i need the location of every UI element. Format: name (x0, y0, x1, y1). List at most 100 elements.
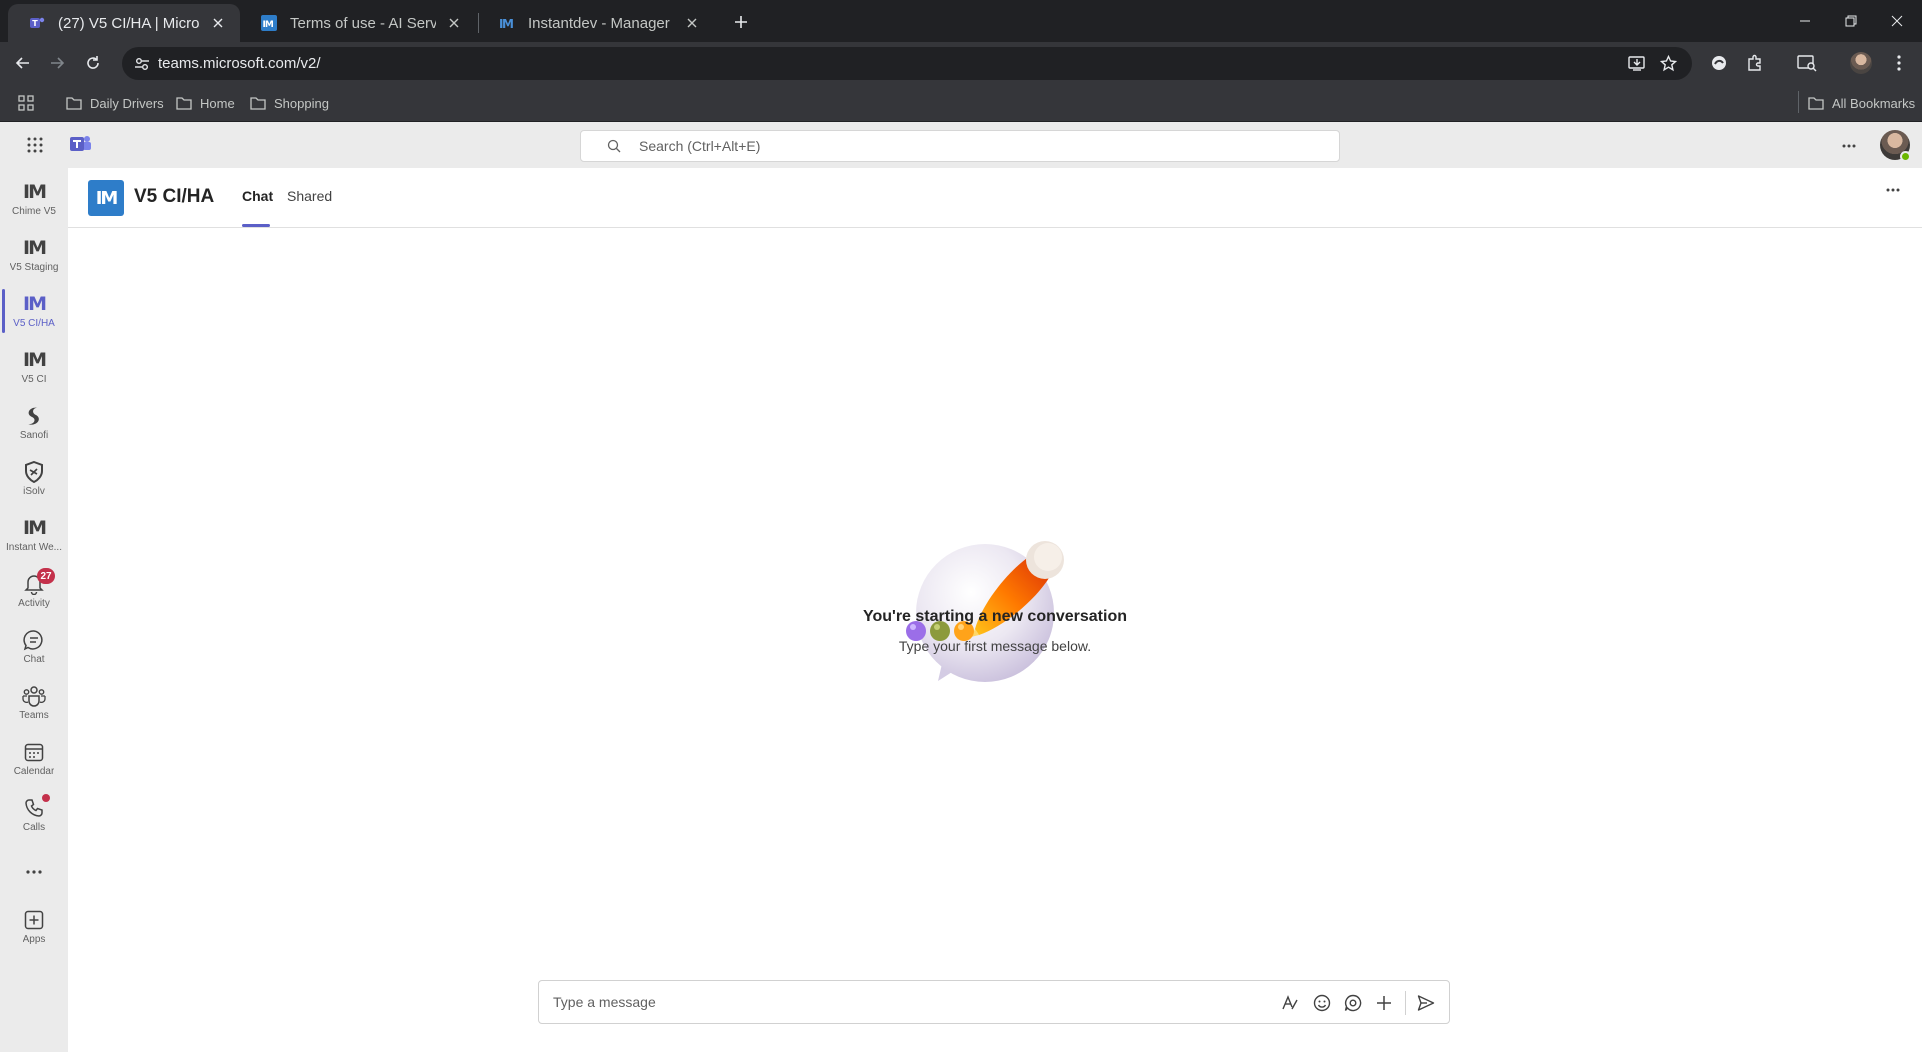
active-tab-indicator (242, 224, 270, 227)
rail-label: Calls (22, 822, 46, 833)
rail-item-calendar[interactable]: Calendar (0, 736, 68, 792)
bookmark-label: Shopping (274, 95, 329, 111)
profile-avatar[interactable] (1846, 48, 1876, 78)
page-title: V5 CI/HA (134, 186, 215, 207)
message-input-placeholder: Type a message (553, 994, 656, 1010)
im-logo-icon: IM (23, 517, 47, 539)
im-logo-icon: IM (23, 237, 47, 259)
close-icon[interactable] (444, 13, 464, 33)
close-icon[interactable] (208, 13, 228, 33)
im-logo-icon: IM (23, 181, 47, 203)
minimize-button[interactable] (1782, 0, 1828, 42)
send-icon[interactable] (1415, 992, 1437, 1014)
rail-more-button[interactable] (0, 856, 68, 886)
address-bar[interactable]: teams.microsoft.com/v2/ (122, 47, 1692, 80)
bookmark-folder-daily-drivers[interactable]: Daily Drivers (66, 93, 164, 113)
rail-label: Apps (22, 934, 46, 945)
close-icon[interactable] (682, 13, 702, 33)
empty-state-title: You're starting a new conversation (862, 608, 1127, 625)
add-attachment-icon[interactable] (1373, 992, 1395, 1014)
rail-label: Instant We... (6, 542, 62, 553)
extensions-puzzle-icon[interactable] (1740, 48, 1770, 78)
rail-item-apps[interactable]: Apps (0, 904, 68, 960)
presence-available-icon (1900, 151, 1911, 162)
rail-item-v5-staging[interactable]: IM V5 Staging (0, 232, 68, 288)
calendar-icon (24, 740, 44, 764)
new-conversation-illustration (903, 503, 1103, 693)
bookmark-star-icon[interactable] (1660, 55, 1677, 72)
svg-text:T: T (32, 19, 38, 28)
more-icon (26, 860, 42, 884)
back-button[interactable] (8, 48, 38, 78)
reload-button[interactable] (78, 48, 108, 78)
install-app-icon[interactable] (1628, 55, 1646, 72)
rail-label: Sanofi (19, 430, 49, 441)
site-settings-icon[interactable] (134, 56, 150, 72)
svg-text:IM: IM (263, 20, 274, 30)
search-icon (607, 139, 621, 153)
chat-icon (23, 628, 45, 652)
loop-component-icon[interactable] (1342, 992, 1364, 1014)
browser-toolbar: teams.microsoft.com/v2/ (0, 42, 1922, 84)
tab-shared[interactable]: Shared (287, 188, 332, 204)
search-placeholder: Search (Ctrl+Alt+E) (639, 138, 761, 154)
tab-title: (27) V5 CI/HA | Microsoft Teams (58, 14, 200, 32)
shield-icon (24, 460, 44, 484)
folder-icon (1808, 97, 1824, 110)
header-more-icon[interactable] (1886, 188, 1900, 192)
rail-label: V5 CI/HA (13, 318, 55, 329)
composer-divider (1405, 991, 1406, 1015)
rail-item-instant-we[interactable]: IM Instant We... (0, 512, 68, 568)
emoji-icon[interactable] (1311, 992, 1333, 1014)
im-favicon: IM (260, 14, 278, 32)
rail-label: Chat (23, 654, 45, 665)
app-launcher-icon[interactable] (26, 136, 44, 154)
bookmark-label: Daily Drivers (90, 95, 164, 111)
settings-more-icon[interactable] (1842, 144, 1856, 148)
bookmark-label: Home (200, 95, 235, 111)
rail-item-teams[interactable]: Teams (0, 680, 68, 736)
rail-label: V5 Staging (9, 262, 59, 273)
rail-item-v5-ci-ha[interactable]: IM V5 CI/HA (0, 288, 68, 344)
message-composer[interactable]: Type a message (538, 980, 1450, 1024)
browser-tab-strip: T (27) V5 CI/HA | Microsoft Teams IM Ter… (0, 0, 1922, 42)
browser-tab-instantdev[interactable]: IM Instantdev - Manager Dashboard (478, 4, 714, 42)
browser-tab-terms[interactable]: IM Terms of use - AI Service Desk (240, 4, 476, 42)
bookmarks-bar: Daily Drivers Home Shopping All Bookmark… (0, 84, 1922, 122)
format-icon[interactable] (1279, 992, 1301, 1014)
tab-title: Instantdev - Manager Dashboard (528, 14, 674, 32)
new-tab-button[interactable] (728, 9, 754, 35)
im-favicon: IM (498, 14, 516, 32)
tab-search-icon[interactable] (1792, 48, 1822, 78)
close-window-button[interactable] (1874, 0, 1920, 42)
rail-item-activity[interactable]: 27 Activity (0, 568, 68, 624)
apps-grid-icon[interactable] (18, 93, 42, 113)
bookmark-folder-home[interactable]: Home (176, 93, 235, 113)
rail-item-chat[interactable]: Chat (0, 624, 68, 680)
rail-label: Calendar (13, 766, 55, 777)
rail-item-calls[interactable]: Calls (0, 792, 68, 848)
restore-button[interactable] (1828, 0, 1874, 42)
forward-button[interactable] (42, 48, 72, 78)
folder-icon (176, 97, 192, 110)
rail-item-chime-v5[interactable]: IM Chime V5 (0, 176, 68, 232)
rail-item-v5-ci[interactable]: IM V5 CI (0, 344, 68, 400)
rail-item-isolv[interactable]: iSolv (0, 456, 68, 512)
browser-tab-teams[interactable]: T (27) V5 CI/HA | Microsoft Teams (8, 4, 240, 42)
calls-notification-dot (42, 794, 50, 802)
empty-state-subtitle: Type your first message below. (898, 638, 1092, 654)
app-rail: IM Chime V5 IM V5 Staging IM V5 CI/HA IM… (0, 168, 68, 1052)
im-logo-icon: IM (23, 293, 47, 315)
folder-icon (250, 97, 266, 110)
teams-logo-icon (70, 134, 92, 154)
bookmark-folder-shopping[interactable]: Shopping (250, 93, 329, 113)
url-text: teams.microsoft.com/v2/ (158, 55, 321, 72)
chrome-menu-icon[interactable] (1884, 48, 1914, 78)
rail-label: Chime V5 (12, 206, 56, 217)
tab-chat[interactable]: Chat (242, 188, 273, 204)
search-input[interactable]: Search (Ctrl+Alt+E) (580, 130, 1340, 162)
rail-label: Activity (18, 598, 50, 609)
rail-item-sanofi[interactable]: Sanofi (0, 400, 68, 456)
all-bookmarks-button[interactable]: All Bookmarks (1808, 93, 1915, 113)
extension-icon[interactable] (1704, 48, 1734, 78)
